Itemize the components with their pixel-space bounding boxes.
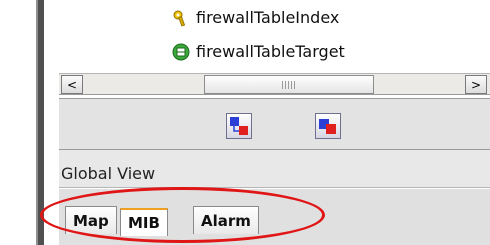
horizontal-scrollbar[interactable]: < > [59,73,490,95]
table-target-icon [172,43,190,61]
layout-view-2-icon [319,119,336,134]
view-toolbar [59,98,490,150]
tab-mib[interactable]: MIB [120,208,168,236]
chevron-left-icon: < [66,77,78,92]
tab-bar: Map MIB Alarm [59,189,490,245]
chevron-right-icon: > [470,77,482,92]
tree-item-firewall-table-index[interactable]: firewallTableIndex [172,8,339,27]
scroll-thumb[interactable] [204,75,374,94]
global-view-label: Global View [61,164,156,183]
tree-item-label: firewallTableTarget [196,42,345,61]
tab-alarm[interactable]: Alarm [193,206,259,234]
global-view-panel: Global View [59,150,490,188]
layout-view-button-1[interactable] [226,113,252,139]
grip-icon [282,80,296,89]
key-icon [172,9,190,27]
tree-item-label: firewallTableIndex [196,8,340,27]
layout-view-1-icon [230,117,248,135]
scroll-right-button[interactable]: > [465,75,487,94]
layout-view-button-2[interactable] [315,113,341,139]
scroll-left-button[interactable]: < [61,75,83,94]
mib-tree: firewallTableIndex firewallTableTarget [44,0,490,75]
tab-map[interactable]: Map [65,206,117,234]
tree-item-firewall-table-target[interactable]: firewallTableTarget [172,42,345,61]
